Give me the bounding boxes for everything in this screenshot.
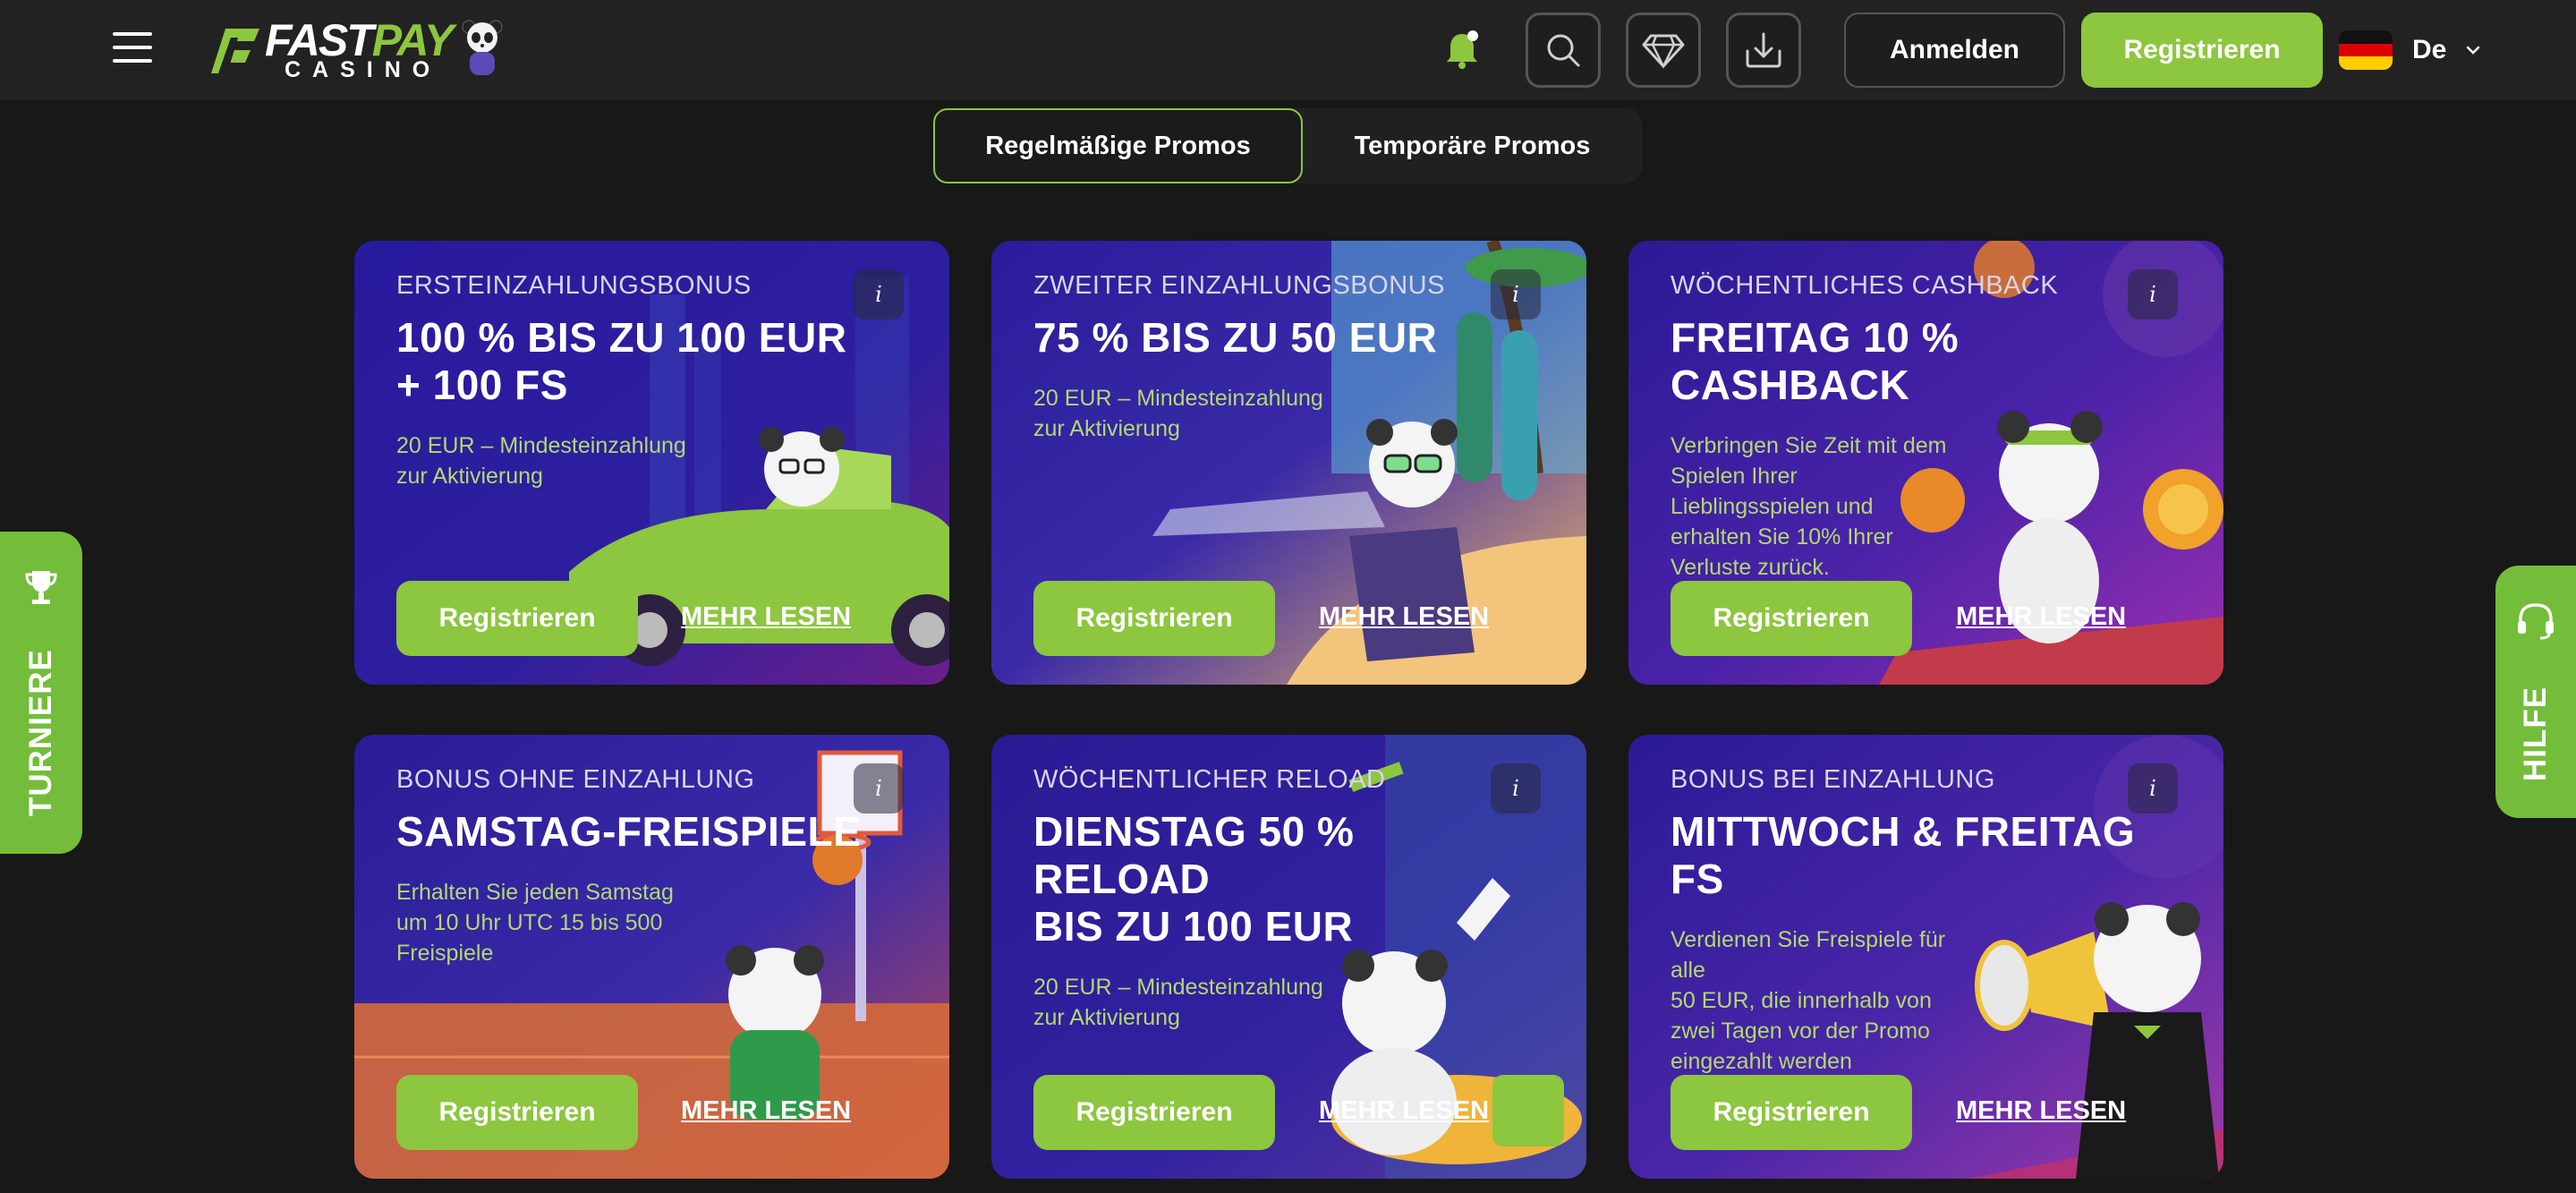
card-title: SAMSTAG-FREISPIELE <box>396 808 862 855</box>
card-register-button[interactable]: Registrieren <box>1033 1075 1275 1150</box>
top-header: FASTPAY CASINO Anmelden Registrieren De <box>0 0 2576 101</box>
search-icon <box>1547 34 1580 67</box>
bell-icon[interactable] <box>1442 29 1482 72</box>
card-title: DIENSTAG 50 % RELOAD BIS ZU 100 EUR <box>1033 808 1355 950</box>
promo-card-weekly-cashback: WÖCHENTLICHES CASHBACK FREITAG 10 % CASH… <box>1628 241 2223 685</box>
read-more-link[interactable]: MEHR LESEN <box>681 602 851 632</box>
logo-casino: CASINO <box>285 57 442 82</box>
language-label: De <box>2412 35 2447 64</box>
promo-card-weekly-reload: WÖCHENTLICHER RELOAD DIENSTAG 50 % RELOA… <box>991 735 1586 1179</box>
card-description: 20 EUR – Mindesteinzahlung zur Aktivieru… <box>1033 386 1323 441</box>
promo-card-second-deposit: ZWEITER EINZAHLUNGSBONUS 75 % BIS ZU 50 … <box>991 241 1586 685</box>
trophy-icon <box>25 571 57 604</box>
chevron-down-icon <box>2467 46 2480 55</box>
card-title: FREITAG 10 % CASHBACK <box>1671 314 1960 408</box>
login-button[interactable]: Anmelden <box>1844 13 2065 88</box>
menu-icon[interactable] <box>113 32 152 63</box>
card-register-button[interactable]: Registrieren <box>396 1075 638 1150</box>
card-eyebrow: ERSTEINZAHLUNGSBONUS <box>396 271 752 300</box>
read-more-link[interactable]: MEHR LESEN <box>681 1096 851 1126</box>
card-description: 20 EUR – Mindesteinzahlung zur Aktivieru… <box>1033 975 1323 1030</box>
tab-regular-promos[interactable]: Regelmäßige Promos <box>933 108 1303 183</box>
download-icon <box>1746 32 1781 68</box>
read-more-link[interactable]: MEHR LESEN <box>1956 602 2126 632</box>
card-register-button[interactable]: Registrieren <box>1671 1075 1912 1150</box>
card-description: Verdienen Sie Freispiele für alle 50 EUR… <box>1671 927 1946 1074</box>
language-selector[interactable]: De <box>2339 27 2480 73</box>
card-title: 100 % BIS ZU 100 EUR + 100 FS <box>396 314 847 408</box>
vip-button[interactable] <box>1626 13 1701 88</box>
download-button[interactable] <box>1726 13 1801 88</box>
tab-temporary-promos[interactable]: Temporäre Promos <box>1303 108 1642 183</box>
info-icon[interactable]: i <box>854 269 904 320</box>
card-description: 20 EUR – Mindesteinzahlung zur Aktivieru… <box>396 433 686 489</box>
promo-card-no-deposit: BONUS OHNE EINZAHLUNG SAMSTAG-FREISPIELE… <box>354 735 949 1179</box>
card-register-button[interactable]: Registrieren <box>1033 581 1275 656</box>
read-more-link[interactable]: MEHR LESEN <box>1319 602 1489 632</box>
headset-icon <box>2518 603 2554 640</box>
tournaments-label: TURNIERE <box>23 649 58 816</box>
card-eyebrow: BONUS OHNE EINZAHLUNG <box>396 765 755 794</box>
register-button[interactable]: Registrieren <box>2081 13 2323 88</box>
help-side-tab[interactable]: HILFE <box>2495 566 2576 818</box>
card-register-button[interactable]: Registrieren <box>1671 581 1912 656</box>
card-title: MITTWOCH & FREITAG FS <box>1671 808 2136 902</box>
card-register-button[interactable]: Registrieren <box>396 581 638 656</box>
card-eyebrow: BONUS BEI EINZAHLUNG <box>1671 765 1995 794</box>
promo-tabs: Regelmäßige Promos Temporäre Promos <box>933 108 1642 183</box>
search-button[interactable] <box>1526 13 1601 88</box>
promo-card-first-deposit: ERSTEINZAHLUNGSBONUS 100 % BIS ZU 100 EU… <box>354 241 949 685</box>
card-eyebrow: ZWEITER EINZAHLUNGSBONUS <box>1033 271 1445 300</box>
tournaments-side-tab[interactable]: TURNIERE <box>0 532 82 854</box>
info-icon[interactable]: i <box>1491 269 1541 320</box>
info-icon[interactable]: i <box>2128 763 2178 814</box>
logo[interactable]: FASTPAY CASINO <box>206 18 503 82</box>
card-eyebrow: WÖCHENTLICHER RELOAD <box>1033 765 1386 794</box>
read-more-link[interactable]: MEHR LESEN <box>1319 1096 1489 1126</box>
read-more-link[interactable]: MEHR LESEN <box>1956 1096 2126 1126</box>
card-description: Verbringen Sie Zeit mit dem Spielen Ihre… <box>1671 433 1947 580</box>
card-description: Erhalten Sie jeden Samstag um 10 Uhr UTC… <box>396 880 674 966</box>
info-icon[interactable]: i <box>1491 763 1541 814</box>
promo-card-deposit-bonus: BONUS BEI EINZAHLUNG MITTWOCH & FREITAG … <box>1628 735 2223 1179</box>
logo-mark-icon <box>211 29 259 73</box>
panda-mascot-icon <box>462 20 503 75</box>
info-icon[interactable]: i <box>854 763 904 814</box>
info-icon[interactable]: i <box>2128 269 2178 320</box>
german-flag-icon <box>2339 30 2393 70</box>
card-eyebrow: WÖCHENTLICHES CASHBACK <box>1671 271 2059 300</box>
card-title: 75 % BIS ZU 50 EUR <box>1033 314 1438 361</box>
diamond-icon <box>1642 34 1685 69</box>
help-label: HILFE <box>2518 686 2553 782</box>
